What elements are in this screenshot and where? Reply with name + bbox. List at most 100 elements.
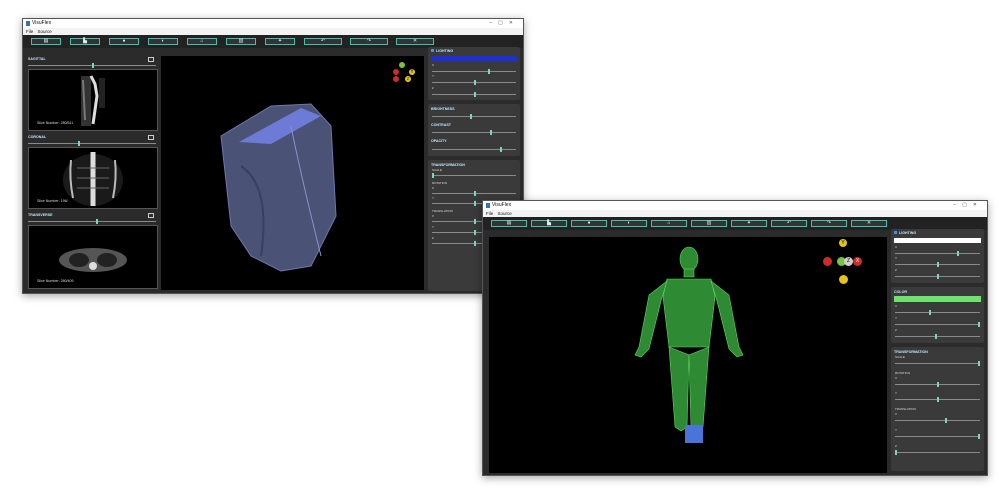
slider-thumb[interactable] <box>929 310 931 315</box>
scale-slider[interactable] <box>432 173 516 178</box>
load-button[interactable]: ▤ <box>491 220 527 227</box>
lighting-color-swatch[interactable] <box>894 238 981 243</box>
color-b-slider[interactable] <box>895 334 980 339</box>
scale-slider[interactable] <box>895 361 980 366</box>
camera-icon[interactable] <box>148 57 154 62</box>
camera-icon[interactable] <box>148 213 154 218</box>
slider-thumb[interactable] <box>474 80 476 85</box>
slider-thumb[interactable] <box>474 191 476 196</box>
slider-thumb[interactable] <box>895 450 897 455</box>
close-button[interactable]: ✕ <box>396 38 434 45</box>
slider-thumb[interactable] <box>78 141 80 146</box>
coronal-slider[interactable] <box>28 141 156 146</box>
slider-thumb[interactable] <box>937 274 939 279</box>
coronal-view[interactable]: Slice Number: 196/ <box>28 147 158 209</box>
translation-z-slider[interactable] <box>895 450 980 455</box>
rotation-y-slider[interactable] <box>895 397 980 402</box>
gizmo-red-dot[interactable] <box>823 257 832 266</box>
window-controls[interactable]: –▢✕ <box>489 19 519 28</box>
light-y-slider[interactable] <box>895 262 980 267</box>
color-button[interactable]: ◐ <box>611 220 647 227</box>
slider-thumb[interactable] <box>937 397 939 402</box>
slider-thumb[interactable] <box>935 334 937 339</box>
light-z-slider[interactable] <box>895 274 980 279</box>
slider-thumb[interactable] <box>474 92 476 97</box>
transverse-slider[interactable] <box>28 219 156 224</box>
sagittal-view[interactable]: Slice Number: 280/511 <box>28 69 158 131</box>
brightness-slider[interactable] <box>432 114 516 119</box>
slider-thumb[interactable] <box>432 173 434 178</box>
light-y-slider[interactable] <box>432 80 516 85</box>
gizmo-y-dot[interactable]: Y <box>839 239 847 247</box>
gizmo-y-label: Y <box>841 240 845 246</box>
light-z-slider[interactable] <box>432 92 516 97</box>
menu-source[interactable]: Source <box>38 28 52 35</box>
gizmo-x-dot[interactable]: X <box>853 257 862 266</box>
color-g-slider[interactable] <box>895 322 980 327</box>
slider-thumb[interactable] <box>978 361 980 366</box>
redo-button[interactable]: ↷ <box>811 220 847 227</box>
light-x-slider[interactable] <box>895 251 980 256</box>
undo-button[interactable]: ↶ <box>771 220 807 227</box>
gizmo-z-dot[interactable]: Z <box>405 76 411 82</box>
undo-button[interactable]: ↶ <box>304 38 342 45</box>
light-button[interactable]: ● <box>571 220 607 227</box>
grid-button[interactable]: ▥ <box>691 220 727 227</box>
camera-icon[interactable] <box>148 135 154 140</box>
histogram-button[interactable]: ▙ <box>531 220 567 227</box>
slider-thumb[interactable] <box>488 69 490 74</box>
menu-file[interactable]: File <box>26 28 33 35</box>
slider-thumb[interactable] <box>937 382 939 387</box>
slider-thumb[interactable] <box>96 219 98 224</box>
slider-thumb[interactable] <box>490 130 492 135</box>
rotation-x-slider[interactable] <box>432 191 516 196</box>
grid-button[interactable]: ▥ <box>226 38 256 45</box>
slider-thumb[interactable] <box>500 147 502 152</box>
close-button[interactable]: ✕ <box>851 220 887 227</box>
lighting-color-swatch[interactable] <box>431 56 517 61</box>
model-color-swatch[interactable] <box>894 296 981 302</box>
model-3d-view[interactable]: Y Z X <box>489 237 887 473</box>
home-button[interactable]: ⌂ <box>187 38 217 45</box>
light-button[interactable]: ● <box>109 38 139 45</box>
effects-button[interactable]: ✦ <box>265 38 295 45</box>
light-x-slider[interactable] <box>432 69 516 74</box>
histogram-button[interactable]: ▙ <box>70 38 100 45</box>
gizmo-red-dot[interactable] <box>393 69 399 75</box>
gizmo-z-dot[interactable]: Z <box>844 257 853 266</box>
translation-y-slider[interactable] <box>895 434 980 439</box>
slider-thumb[interactable] <box>92 63 94 68</box>
gizmo-red-dot[interactable] <box>393 76 399 82</box>
opacity-slider[interactable] <box>432 147 516 152</box>
menu-file[interactable]: File <box>486 210 493 217</box>
slider-thumb[interactable] <box>474 219 476 224</box>
slider-thumb[interactable] <box>474 201 476 206</box>
slider-thumb[interactable] <box>978 434 980 439</box>
gizmo-yellow-dot[interactable] <box>839 275 848 284</box>
lighting-checkbox[interactable] <box>894 231 897 234</box>
slider-thumb[interactable] <box>474 230 476 235</box>
gizmo-y-dot[interactable]: Y <box>409 69 415 75</box>
slider-thumb[interactable] <box>978 322 980 327</box>
color-r-slider[interactable] <box>895 310 980 315</box>
slider-thumb[interactable] <box>470 114 472 119</box>
lighting-checkbox[interactable] <box>431 49 434 52</box>
contrast-slider[interactable] <box>432 130 516 135</box>
effects-button[interactable]: ✦ <box>731 220 767 227</box>
translation-x-slider[interactable] <box>895 418 980 423</box>
home-button[interactable]: ⌂ <box>651 220 687 227</box>
window-controls[interactable]: –▢✕ <box>953 201 983 210</box>
rotation-x-slider[interactable] <box>895 382 980 387</box>
menu-source[interactable]: Source <box>498 210 512 217</box>
slider-thumb[interactable] <box>474 241 476 246</box>
volume-3d-view[interactable]: Y Z <box>161 56 424 290</box>
load-button[interactable]: ▤ <box>31 38 61 45</box>
slider-thumb[interactable] <box>945 418 947 423</box>
redo-button[interactable]: ↷ <box>350 38 388 45</box>
sagittal-slider[interactable] <box>28 63 156 68</box>
slider-thumb[interactable] <box>957 251 959 256</box>
transverse-view[interactable]: Slice Number: 280/409 <box>28 225 158 289</box>
slider-thumb[interactable] <box>937 262 939 267</box>
gizmo-green-dot[interactable] <box>399 62 405 68</box>
color-button[interactable]: ◐ <box>148 38 178 45</box>
